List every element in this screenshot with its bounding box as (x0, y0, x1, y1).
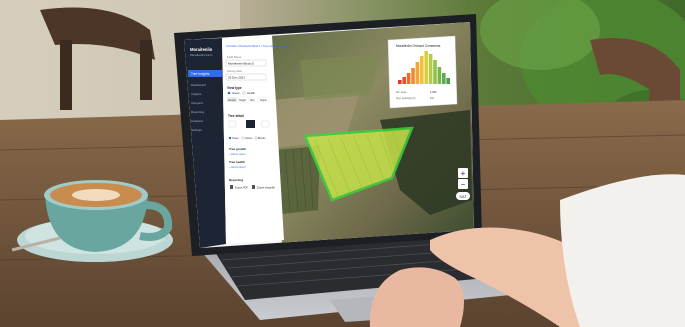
nav-item-settings[interactable]: Settings (191, 128, 202, 132)
histogram-bar (402, 77, 406, 84)
reporting-heading: Reporting (229, 178, 243, 182)
pdf-icon (230, 185, 233, 189)
tree-icon-selected[interactable] (246, 120, 255, 128)
histogram-bar (437, 67, 442, 84)
histogram-bar (415, 62, 420, 84)
nav-item-dashboard[interactable]: Dashboard (191, 83, 206, 87)
histogram-bar (406, 73, 411, 84)
view-type-heading: View type (227, 86, 242, 90)
nav-item-tree-insights-label: Tree Insights (191, 72, 210, 76)
histogram-bar (442, 73, 446, 84)
screen: + − SAT Moraitenlin Moraitenlin Farm Tre… (184, 22, 474, 248)
colour-colour-label: Colour (245, 137, 253, 140)
tab-size-label: Size (250, 99, 255, 102)
histogram-bar (428, 54, 433, 84)
popup-title: Moraitenlin Orchard Comments (396, 44, 441, 48)
histogram-bar (446, 78, 450, 84)
survey-date-label: Survey date (227, 69, 242, 73)
colour-green-radio[interactable] (228, 136, 232, 140)
colour-green-label: Green (232, 137, 240, 140)
photo-scene: + − SAT Moraitenlin Moraitenlin Farm Tre… (0, 0, 685, 327)
map-controls: + − SAT (456, 168, 470, 200)
tree-health-heading: Tree health (229, 160, 245, 164)
histogram-bar (424, 51, 428, 84)
zoom-out-label: − (461, 180, 466, 189)
popup-row1-value: 1,254 (430, 90, 437, 94)
histogram-bar (398, 80, 402, 84)
field-select-value: Moraitenlin Block D (228, 62, 255, 66)
survey-date-value: 22 Dec 2021 (228, 76, 245, 80)
histogram-bar (411, 68, 415, 84)
popup-row2-value: 4.2 (430, 96, 434, 100)
export-pdf-button[interactable]: Export PDF (235, 187, 248, 190)
nav-item-reporting[interactable]: Reporting (191, 110, 204, 114)
tree-growth-heading: Tree growth (229, 147, 246, 151)
nav-item-analytics[interactable]: Analytics (191, 119, 204, 123)
map-mode-label: SAT (459, 194, 467, 199)
stats-popup: Moraitenlin Orchard Comments No. trees 1… (387, 35, 458, 109)
tree-detail-heading: Tree detail (228, 114, 244, 118)
histogram-bar (420, 56, 424, 84)
field-name-label: Field Name (227, 55, 242, 59)
scene-svg: + − SAT Moraitenlin Moraitenlin Farm Tre… (0, 0, 685, 327)
breadcrumb[interactable]: All Fields / Moraitenlin Block 1 / Tree … (226, 44, 288, 48)
histogram-bar (433, 60, 437, 84)
tab-vigour-label: Vigour (260, 99, 267, 102)
shapefile-icon (252, 185, 255, 189)
tab-density-label: Density (228, 99, 237, 102)
tab-height-label: Height (239, 99, 246, 102)
nav-item-insights[interactable]: Insights (191, 92, 202, 96)
zoom-in-label: + (461, 169, 466, 178)
metric-tabs: Density Height Size Vigour (227, 96, 270, 103)
export-shapefile-button[interactable]: Export shapefile (257, 187, 276, 190)
nav-item-vineyard[interactable]: Vineyard (191, 101, 203, 105)
brand-subtitle: Moraitenlin Farm (190, 53, 213, 57)
view-health-label: Health (247, 91, 256, 95)
tree-health-link[interactable]: + Add to report (229, 166, 246, 169)
colour-blocks-label: Blocks (258, 137, 266, 140)
brand-name: Moraitenlin (190, 47, 213, 52)
sleeve (560, 174, 685, 327)
tree-icon-3[interactable] (261, 120, 270, 128)
view-green-radio[interactable] (227, 91, 231, 95)
view-green-label: Green (232, 91, 240, 95)
tree-icon-1[interactable] (228, 120, 237, 128)
popup-row1-label: No. trees (396, 90, 407, 94)
tree-growth-link[interactable]: + Add to report (229, 153, 246, 156)
popup-row2-label: Avg. spacing (m) (396, 96, 416, 100)
